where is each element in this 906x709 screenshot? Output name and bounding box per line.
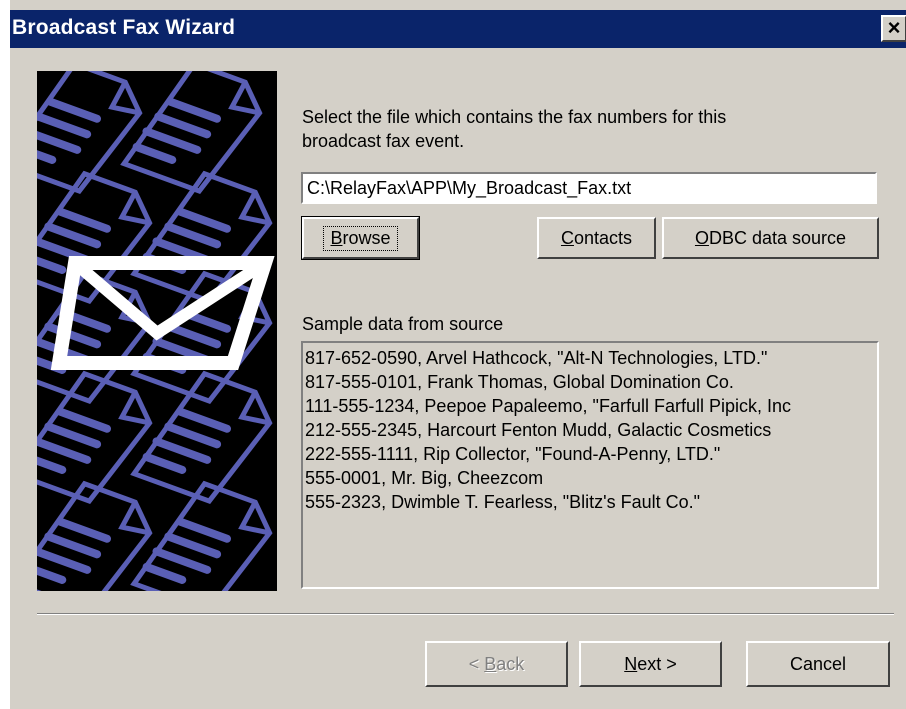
close-button[interactable]: × — [881, 15, 906, 42]
sample-row: 817-555-0101, Frank Thomas, Global Domin… — [305, 372, 734, 392]
contacts-button[interactable]: Contacts — [537, 217, 656, 259]
wizard-side-art — [37, 71, 277, 591]
sample-row: 111-555-1234, Peepoe Papaleemo, "Farfull… — [305, 396, 791, 416]
odbc-data-source-button[interactable]: ODBC data source — [662, 217, 879, 259]
file-prompt-line-2: broadcast fax event. — [302, 131, 465, 151]
sample-row: 222-555-1111, Rip Collector, "Found-A-Pe… — [305, 444, 721, 464]
next-button[interactable]: Next > — [579, 641, 722, 687]
file-prompt: Select the file which contains the fax n… — [302, 105, 842, 153]
back-button[interactable]: < Back — [425, 641, 568, 687]
document-pattern-icon — [37, 71, 277, 591]
sample-row: 555-0001, Mr. Big, Cheezcom — [305, 468, 544, 488]
window-title: Broadcast Fax Wizard — [12, 16, 236, 39]
file-prompt-line-1: Select the file which contains the fax n… — [302, 107, 727, 127]
footer-divider — [37, 613, 894, 615]
envelope-icon — [50, 256, 275, 370]
fax-file-path-input[interactable] — [301, 172, 877, 204]
sample-data-box: 817-652-0590, Arvel Hathcock, "Alt-N Tec… — [301, 341, 879, 589]
cancel-button[interactable]: Cancel — [746, 641, 890, 687]
browse-button[interactable]: Browse — [301, 216, 420, 260]
close-icon: × — [887, 15, 901, 40]
wizard-window: Broadcast Fax Wizard × Select the file w… — [9, 0, 906, 709]
sample-row: 555-2323, Dwimble T. Fearless, "Blitz's … — [305, 492, 701, 512]
browse-focus: Browse — [323, 225, 398, 251]
sample-data-label: Sample data from source — [302, 314, 504, 334]
title-bar: Broadcast Fax Wizard × — [10, 10, 906, 48]
sample-row: 817-652-0590, Arvel Hathcock, "Alt-N Tec… — [305, 348, 768, 368]
sample-row: 212-555-2345, Harcourt Fenton Mudd, Gala… — [305, 420, 772, 440]
